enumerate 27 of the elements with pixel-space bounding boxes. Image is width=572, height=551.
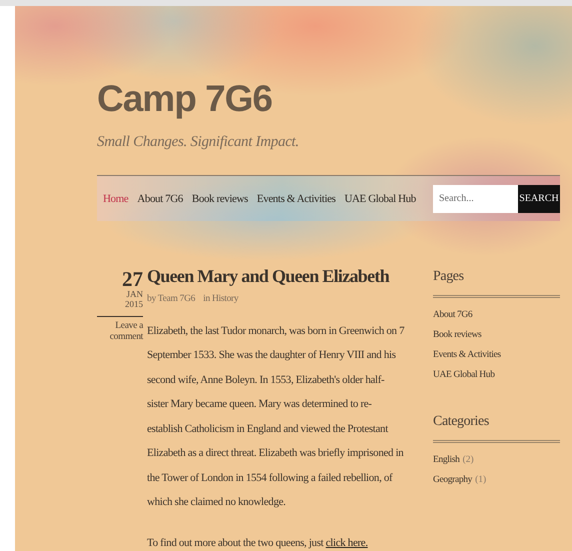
post-count: (2)	[462, 455, 474, 465]
widget-heading: Categories	[433, 410, 560, 443]
click-here-link[interactable]: click here.	[326, 536, 368, 549]
nav-link[interactable]: UAE Global Hub	[344, 192, 416, 204]
sidebar-link[interactable]: About 7G6	[433, 310, 472, 320]
site-tagline: Small Changes. Significant Impact.	[97, 134, 300, 151]
widget-heading: Pages	[433, 265, 560, 298]
search-button[interactable]: SEARCH	[518, 184, 560, 212]
nav-link[interactable]: About 7G6	[137, 192, 183, 204]
sidebar-link[interactable]: Events & Activities	[433, 350, 501, 360]
post-year: 2015	[125, 300, 143, 310]
more-text: To find out more about the two queens, just click here.	[147, 536, 369, 549]
site-title: Camp 7G6	[97, 78, 274, 120]
sidebar-link[interactable]: UAE Global Hub	[433, 370, 495, 380]
post-title: Queen Mary and Queen Elizabeth	[147, 265, 390, 288]
sidebar-link[interactable]: Geography	[433, 475, 472, 485]
post-body: Elizabeth, the last Tudor monarch, was born in Greenwich on 7 September 1533. She was the daughter of Henry VIII and his second wife, Anne Boleyn. In 1553, Elizabeth's older half-sister Mary became queen. Mary was determined to re-establish Catholicism in England and viewed the Protestant Elizabeth as a direct threat. Elizabeth was briefly imprisoned in the Tower of London in 1554 following a failed rebellion, of which she claimed no knowledge.	[147, 324, 405, 510]
comment-link[interactable]: Leave a comment	[97, 320, 143, 549]
sidebar-link[interactable]: English	[433, 455, 460, 465]
post-month: JAN	[126, 290, 143, 300]
sidebar-link[interactable]: Book reviews	[433, 330, 482, 340]
nav-link[interactable]: Events & Activities	[256, 192, 336, 204]
post-count: (1)	[475, 475, 486, 485]
nav-link[interactable]: Home	[103, 192, 128, 204]
post-day: 27	[122, 269, 143, 290]
nav-link[interactable]: Book reviews	[192, 192, 248, 204]
search-field[interactable]: Search...	[433, 184, 518, 212]
